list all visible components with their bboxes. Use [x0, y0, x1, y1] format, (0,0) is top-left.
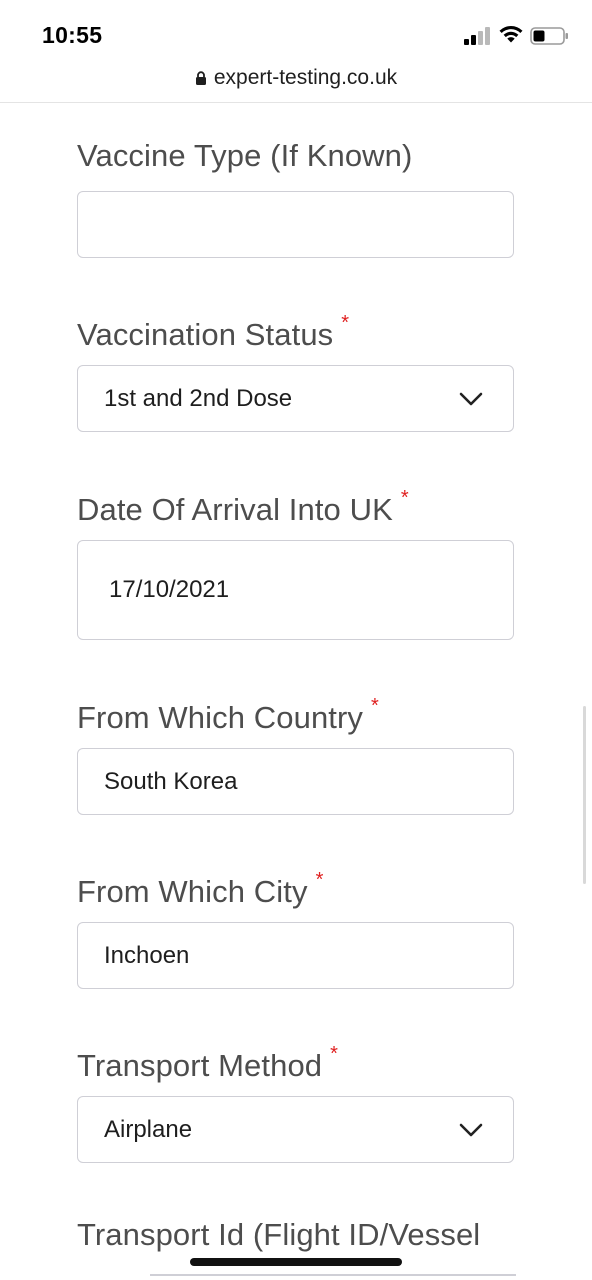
- status-bar: 10:55: [0, 0, 592, 62]
- vaccine-type-label: Vaccine Type (If Known): [77, 138, 413, 173]
- arrival-date-label: Date Of Arrival Into UK *: [77, 487, 409, 527]
- screen: 10:55 expert-testing.co.uk Vaccine Type …: [0, 0, 592, 1280]
- required-marker: *: [400, 487, 409, 509]
- status-time: 10:55: [42, 22, 103, 48]
- battery-icon: [530, 27, 568, 45]
- chevron-down-icon: [459, 1123, 483, 1137]
- required-marker: *: [341, 312, 350, 334]
- lock-icon: [195, 71, 206, 85]
- arrival-date-value: 17/10/2021: [109, 576, 230, 603]
- required-marker: *: [330, 1043, 339, 1065]
- url-text: expert-testing.co.uk: [213, 66, 398, 89]
- transport-id-label: Transport Id (Flight ID/Vessel: [77, 1217, 481, 1252]
- scroll-indicator[interactable]: [583, 706, 586, 884]
- home-indicator[interactable]: [190, 1258, 402, 1266]
- from-city-input[interactable]: Inchoen: [77, 922, 514, 989]
- vaccination-status-select[interactable]: 1st and 2nd Dose: [77, 365, 514, 432]
- from-city-label: From Which City *: [77, 869, 324, 909]
- arrival-date-input[interactable]: 17/10/2021: [77, 540, 514, 640]
- vaccine-type-input[interactable]: [77, 191, 514, 258]
- from-city-value: Inchoen: [104, 942, 190, 969]
- partial-field-border: [150, 1274, 516, 1276]
- required-marker: *: [315, 869, 324, 891]
- required-marker: *: [371, 695, 379, 717]
- transport-method-select[interactable]: Airplane: [77, 1096, 514, 1163]
- transport-method-label: Transport Method *: [77, 1043, 339, 1083]
- from-country-input[interactable]: South Korea: [77, 748, 514, 815]
- wifi-icon: [499, 25, 523, 43]
- vaccination-status-value: 1st and 2nd Dose: [104, 385, 293, 412]
- vaccination-status-label: Vaccination Status *: [77, 312, 350, 352]
- from-country-value: South Korea: [104, 768, 238, 795]
- from-country-label: From Which Country *: [77, 695, 379, 735]
- chevron-down-icon: [459, 392, 483, 406]
- cellular-signal-icon: [464, 27, 490, 45]
- transport-method-value: Airplane: [104, 1116, 193, 1143]
- browser-url-bar[interactable]: expert-testing.co.uk: [0, 62, 592, 103]
